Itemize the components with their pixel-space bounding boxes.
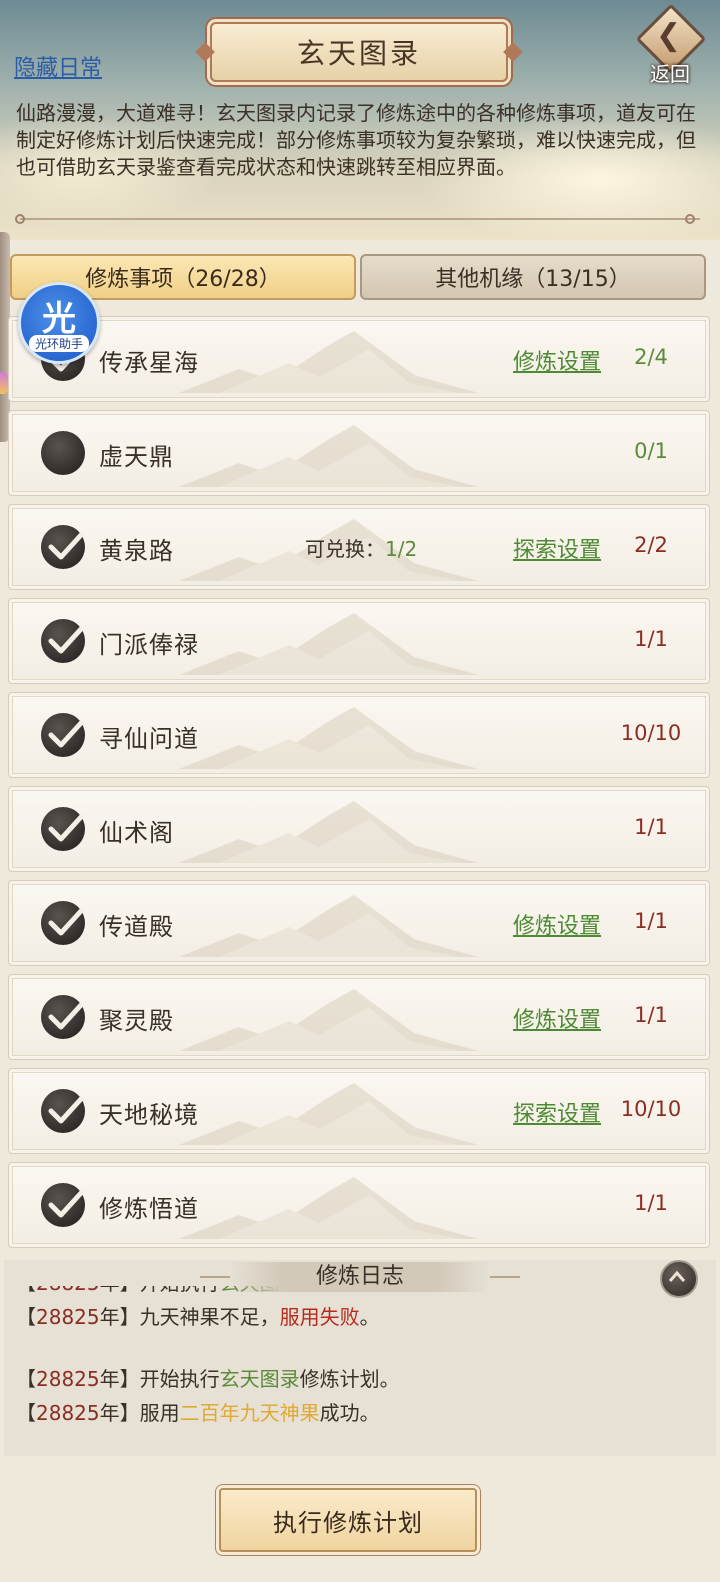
hidden-daily-link[interactable]: 隐藏日常: [14, 50, 102, 82]
execute-plan-button[interactable]: 执行修炼计划: [219, 1488, 477, 1552]
log-line: 【28825年】开始执行玄天图录修炼计划。: [16, 1362, 706, 1396]
log-collapse-button[interactable]: [660, 1260, 698, 1298]
cultivation-item-list[interactable]: 传承星海 修炼设置 2/4 虚天鼎 0/1 黄泉路 可兑换：1/2 探索设置 2/2 门派俸禄 1/…: [0, 312, 720, 1258]
log-segment: 28825: [36, 1367, 100, 1391]
checkmark-icon: [41, 713, 85, 757]
log-segment: 年】开始执行: [99, 1367, 220, 1391]
log-segment: 【: [16, 1305, 36, 1329]
item-name: 传道殿: [99, 913, 174, 941]
item-name: 天地秘境: [99, 1101, 199, 1129]
log-segment: 。: [359, 1305, 380, 1329]
back-button[interactable]: ❮ 返回: [635, 3, 707, 86]
assistant-icon: 光: [42, 299, 76, 339]
title-banner: 玄天图录: [210, 22, 508, 82]
item-settings-link[interactable]: 修炼设置: [513, 908, 601, 940]
side-tab-icon[interactable]: [0, 372, 8, 394]
assistant-label: 光环助手: [29, 335, 89, 352]
log-segment: 二百年九天神果: [179, 1401, 320, 1425]
log-segment: 年】九天神果不足，: [99, 1305, 280, 1329]
item-name: 虚天鼎: [99, 443, 174, 471]
intro-text: 仙路漫漫，大道难寻！玄天图录内记录了修炼途中的各种修炼事项，道友可在制定好修炼计…: [16, 101, 696, 179]
cultivation-log-panel: 【28825年】开始执行玄天图录修炼计划。【28825年】九天神果不足，服用失败…: [4, 1260, 716, 1456]
item-row[interactable]: 修炼悟道 1/1: [8, 1162, 710, 1248]
item-name: 修炼悟道: [99, 1195, 199, 1223]
mountain-decoration: [179, 1177, 479, 1239]
mountain-decoration: [179, 331, 479, 393]
item-name: 门派俸禄: [99, 631, 199, 659]
item-name: 寻仙问道: [99, 725, 199, 753]
item-row[interactable]: 寻仙问道 10/10: [8, 692, 710, 778]
item-name: 聚灵殿: [99, 1007, 174, 1035]
assistant-floating-button[interactable]: 光 光环助手: [18, 282, 100, 364]
item-progress-count: 1/1: [634, 1191, 668, 1215]
incomplete-icon: [41, 431, 85, 475]
item-name: 黄泉路: [99, 537, 174, 565]
log-segment: 年】服用: [99, 1401, 180, 1425]
log-header: 修炼日志: [4, 1260, 716, 1298]
log-lines: 【28825年】开始执行玄天图录修炼计划。【28825年】九天神果不足，服用失败…: [16, 1286, 706, 1456]
log-segment: 28825: [36, 1305, 100, 1329]
log-segment: 【: [16, 1367, 36, 1391]
item-row[interactable]: 天地秘境 探索设置 10/10: [8, 1068, 710, 1154]
mountain-decoration: [179, 801, 479, 863]
item-settings-link[interactable]: 探索设置: [513, 1096, 601, 1128]
item-settings-link[interactable]: 探索设置: [513, 532, 601, 564]
item-progress-count: 1/1: [634, 815, 668, 839]
item-name: 传承星海: [99, 349, 199, 377]
chevron-up-icon: [668, 1270, 686, 1282]
log-line: 【28825年】九天神果不足，服用失败。: [16, 1300, 706, 1334]
checkmark-icon: [41, 901, 85, 945]
checkmark-icon: [41, 995, 85, 1039]
checkmark-icon: [41, 525, 85, 569]
mountain-decoration: [179, 989, 479, 1051]
item-progress-count: 1/1: [634, 1003, 668, 1027]
mountain-decoration: [179, 707, 479, 769]
item-progress-count: 2/4: [634, 345, 668, 369]
log-segment: 28825: [36, 1401, 100, 1425]
log-segment: 玄天图录: [219, 1367, 300, 1391]
checkmark-icon: [41, 1183, 85, 1227]
divider-ornament: [15, 214, 700, 224]
mountain-decoration: [179, 895, 479, 957]
tab-other-opportunities[interactable]: 其他机缘（13/15）: [360, 254, 706, 300]
item-row[interactable]: 虚天鼎 0/1: [8, 410, 710, 496]
back-arrow-icon: ❮: [656, 18, 682, 53]
log-segment: 修炼计划。: [299, 1367, 400, 1391]
log-segment: 服用失败: [279, 1305, 360, 1329]
item-settings-link[interactable]: 修炼设置: [513, 344, 601, 376]
mountain-decoration: [179, 613, 479, 675]
item-progress-count: 1/1: [634, 627, 668, 651]
item-row[interactable]: 传承星海 修炼设置 2/4: [8, 316, 710, 402]
log-segment: 成功。: [319, 1401, 380, 1425]
checkmark-icon: [41, 1089, 85, 1133]
item-progress-count: 0/1: [634, 439, 668, 463]
item-progress-count: 10/10: [620, 1097, 682, 1121]
item-exchange-value: 1/2: [385, 537, 418, 561]
log-title: 修炼日志: [230, 1262, 490, 1292]
item-row[interactable]: 门派俸禄 1/1: [8, 598, 710, 684]
item-name: 仙术阁: [99, 819, 174, 847]
checkmark-icon: [41, 619, 85, 663]
log-segment: 【: [16, 1401, 36, 1425]
item-progress-count: 10/10: [620, 721, 682, 745]
item-row[interactable]: 传道殿 修炼设置 1/1: [8, 880, 710, 966]
mountain-decoration: [179, 1083, 479, 1145]
item-settings-link[interactable]: 修炼设置: [513, 1002, 601, 1034]
mountain-decoration: [179, 425, 479, 487]
item-row[interactable]: 黄泉路 可兑换：1/2 探索设置 2/2: [8, 504, 710, 590]
item-exchange: 可兑换：1/2: [305, 533, 417, 562]
page-title: 玄天图录: [296, 37, 421, 70]
item-row[interactable]: 仙术阁 1/1: [8, 786, 710, 872]
back-label: 返回: [650, 62, 690, 86]
checkmark-icon: [41, 807, 85, 851]
item-exchange-label: 可兑换：: [305, 537, 385, 561]
item-row[interactable]: 聚灵殿 修炼设置 1/1: [8, 974, 710, 1060]
log-line: 【28825年】服用二百年九天神果成功。: [16, 1396, 706, 1430]
item-progress-count: 2/2: [634, 533, 668, 557]
item-progress-count: 1/1: [634, 909, 668, 933]
tab-bar: 修炼事项（26/28） 其他机缘（13/15）: [10, 254, 706, 300]
